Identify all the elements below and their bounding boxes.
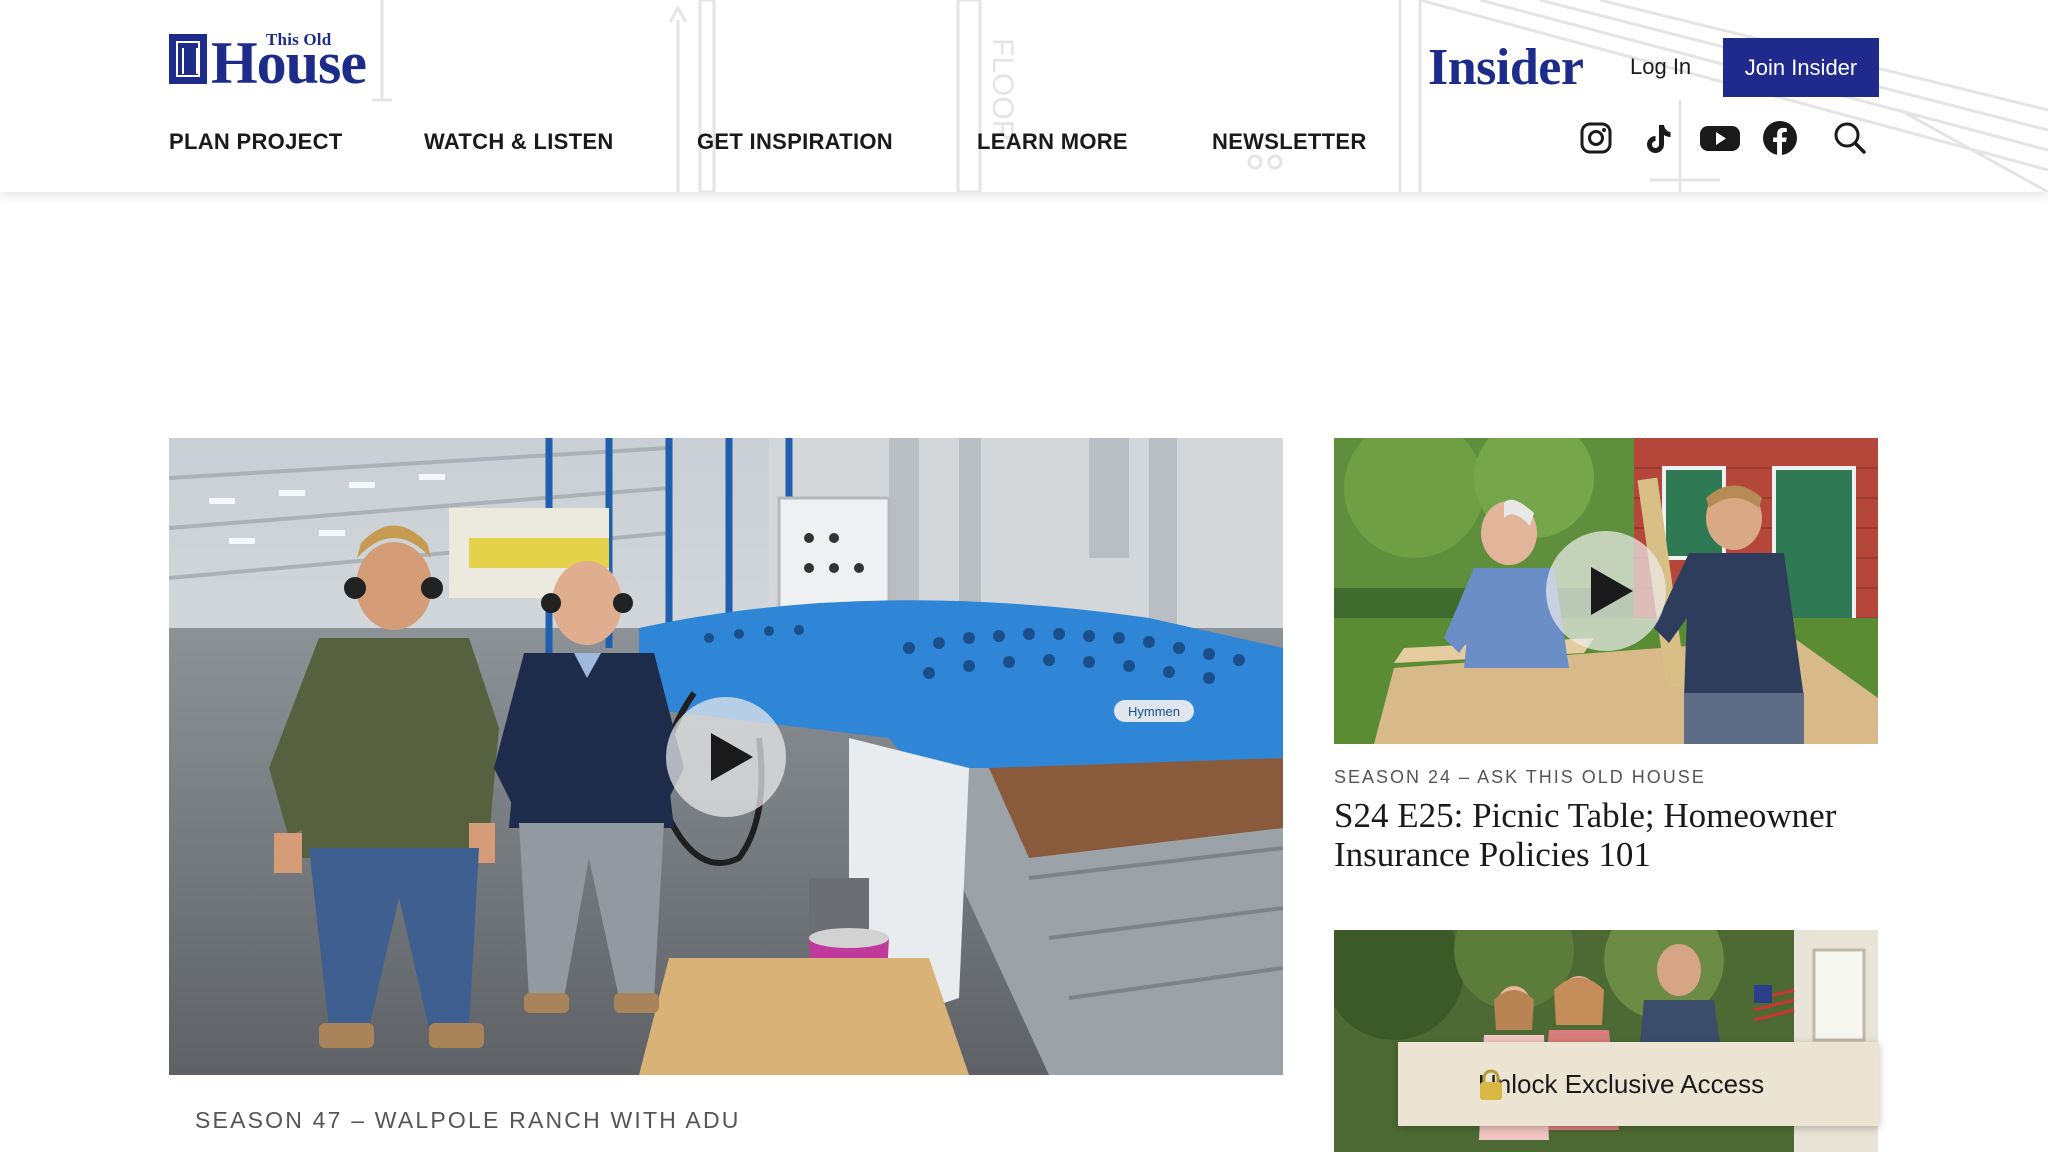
this-old-house-logo[interactable]: This Old House [169,30,414,96]
unlock-exclusive-access-button[interactable]: Unlock Exclusive Access [1398,1042,1879,1126]
instagram-icon[interactable] [1578,120,1614,156]
unlock-label: Unlock Exclusive Access [1478,1068,1765,1099]
nav-get-inspiration[interactable]: GET INSPIRATION [697,126,893,158]
hero-video-thumbnail[interactable]: Hymmen [169,438,1283,1075]
hero-kicker: SEASON 47 – WALPOLE RANCH WITH ADU [195,1107,741,1133]
card-kicker: SEASON 24 – ASK THIS OLD HOUSE [1334,767,1706,787]
hero-play-button[interactable] [666,697,786,817]
nav-watch-listen[interactable]: WATCH & LISTEN [424,126,614,158]
card-title-link[interactable]: S24 E25: Picnic Table; Homeowner Insuran… [1334,796,1894,874]
card-video-thumbnail[interactable] [1334,438,1878,744]
nav-plan-project[interactable]: PLAN PROJECT [169,126,343,158]
facebook-icon[interactable] [1762,120,1798,156]
insider-logo[interactable]: Insider [1428,38,1584,98]
door-logo-icon [169,34,207,84]
search-icon[interactable] [1832,120,1868,156]
machine-label-text: Hymmen [1128,704,1180,719]
card-play-button[interactable] [1546,531,1666,651]
lock-icon [1480,1069,1502,1100]
nav-learn-more[interactable]: LEARN MORE [977,126,1128,158]
tiktok-icon[interactable] [1640,120,1676,156]
join-insider-button[interactable]: Join Insider [1723,38,1879,97]
login-link[interactable]: Log In [1630,52,1691,82]
site-header: FLOOR This Old House Insider Log In Join… [0,0,2048,192]
logo-big-text: House [211,30,367,96]
youtube-icon[interactable] [1699,120,1741,156]
nav-newsletter[interactable]: NEWSLETTER [1212,126,1367,158]
